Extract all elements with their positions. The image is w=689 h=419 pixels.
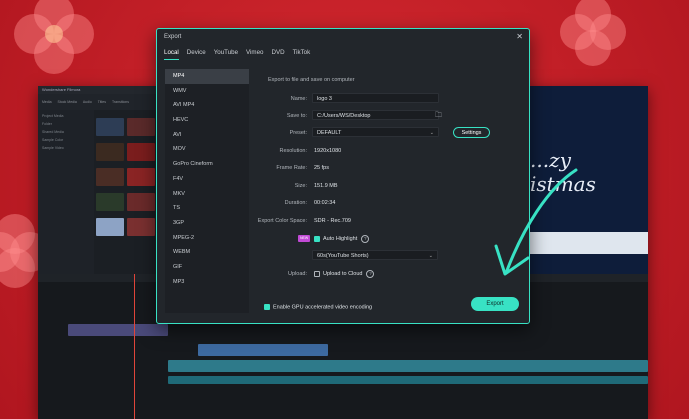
format-item-hevc[interactable]: HEVC (165, 113, 249, 128)
timeline-clip[interactable] (168, 360, 648, 372)
timeline-clip[interactable] (198, 344, 328, 356)
gpu-option[interactable]: Enable GPU accelerated video encoding (264, 304, 372, 310)
save-to-label: Save to: (286, 113, 307, 119)
export-tabs: Local Device YouTube Vimeo DVD TikTok (164, 49, 310, 60)
format-item-mov[interactable]: MOV (165, 142, 249, 157)
upload-label: Upload: (288, 271, 307, 277)
help-icon[interactable]: ? (366, 269, 375, 278)
name-input[interactable]: logo 3 (312, 93, 439, 103)
upload-to-cloud-label: Upload to Cloud (323, 271, 363, 277)
tab-device[interactable]: Device (187, 49, 206, 60)
duration-label: Duration: (284, 200, 307, 206)
size-label: Size: (294, 183, 307, 189)
sidebar-item[interactable]: Shared Media (42, 130, 94, 134)
export-button[interactable]: Export (471, 297, 519, 311)
format-item-avi[interactable]: AVI (165, 128, 249, 143)
app-toolbar: Media Stock Media Audio Titles Transitio… (38, 94, 164, 110)
format-item-webm[interactable]: WEBM (165, 245, 249, 260)
preset-value: DEFAULT (317, 130, 342, 136)
sidebar-item[interactable]: Sample Video (42, 146, 94, 150)
size-value: 151.9 MB (314, 183, 338, 189)
auto-highlight-checkbox[interactable] (314, 235, 320, 242)
help-icon[interactable]: ? (361, 234, 370, 243)
media-thumbnail[interactable] (96, 218, 124, 236)
close-icon[interactable]: ✕ (516, 32, 523, 41)
auto-highlight-option[interactable]: Auto Highlight? (314, 233, 370, 245)
highlight-duration-value: 60s(YouTube Shorts) (317, 253, 369, 259)
format-item-gif[interactable]: GIF (165, 260, 249, 275)
tab-dvd[interactable]: DVD (271, 49, 284, 60)
sidebar-item[interactable]: Sample Color (42, 138, 94, 142)
format-item-ts[interactable]: TS (165, 201, 249, 216)
toolbar-item[interactable]: Stock Media (58, 100, 77, 104)
toolbar-item[interactable]: Audio (83, 100, 92, 104)
section-title: Export to file and save on computer (268, 77, 355, 83)
format-list: MP4 WMV AVI MP4 HEVC AVI MOV GoPro Cinef… (165, 69, 249, 313)
preset-label: Preset: (289, 130, 307, 136)
color-space-label: Export Color Space: (257, 218, 307, 224)
format-item-mp3[interactable]: MP3 (165, 275, 249, 290)
resolution-label: Resolution: (279, 148, 307, 154)
tab-vimeo[interactable]: Vimeo (246, 49, 263, 60)
toolbar-item[interactable]: Titles (98, 100, 106, 104)
upload-option[interactable]: Upload to Cloud? (314, 268, 375, 280)
media-thumbnail[interactable] (96, 118, 124, 136)
tab-local[interactable]: Local (164, 49, 179, 60)
name-label: Name: (290, 96, 307, 102)
gpu-checkbox[interactable] (264, 304, 270, 310)
frame-rate-label: Frame Rate: (276, 165, 307, 171)
format-item-mkv[interactable]: MKV (165, 187, 249, 202)
settings-button[interactable]: Settings (453, 127, 490, 138)
format-item-avi-mp4[interactable]: AVI MP4 (165, 98, 249, 113)
media-thumbnail[interactable] (96, 143, 124, 161)
timeline-playhead[interactable] (134, 274, 135, 419)
save-to-row: Save to: C:/Users/WS/Desktop 🗀 (250, 110, 529, 122)
frame-rate-value: 25 fps (314, 165, 329, 171)
media-thumbnail[interactable] (127, 168, 155, 186)
sidebar-item[interactable]: Project Media (42, 114, 94, 118)
export-dialog: Export ✕ Local Device YouTube Vimeo DVD … (156, 28, 530, 324)
media-thumbnail[interactable] (127, 118, 155, 136)
chevron-down-icon: ⌄ (428, 253, 433, 259)
timeline-clip[interactable] (68, 324, 168, 336)
media-thumbnail[interactable] (127, 143, 155, 161)
media-thumbnail[interactable] (127, 218, 155, 236)
format-item-gopro-cineform[interactable]: GoPro Cineform (165, 157, 249, 172)
auto-highlight-label: Auto Highlight (323, 236, 358, 242)
sidebar-item[interactable]: Folder (42, 122, 94, 126)
preset-row: Preset: DEFAULT ⌄ Settings (250, 127, 529, 139)
media-library (94, 110, 160, 274)
tab-tiktok[interactable]: TikTok (293, 49, 311, 60)
timeline-clip[interactable] (168, 376, 648, 384)
format-item-wmv[interactable]: WMV (165, 84, 249, 99)
media-thumbnail[interactable] (96, 193, 124, 211)
new-badge: NEW (298, 235, 311, 242)
folder-icon[interactable]: 🗀 (435, 110, 442, 122)
resolution-value: 1920x1080 (314, 148, 342, 154)
tab-youtube[interactable]: YouTube (214, 49, 238, 60)
format-item-mp4[interactable]: MP4 (165, 69, 249, 84)
toolbar-item[interactable]: Transitions (112, 100, 129, 104)
media-thumbnail[interactable] (96, 168, 124, 186)
save-to-input[interactable]: C:/Users/WS/Desktop (312, 110, 439, 120)
pointer-arrow-decoration (494, 168, 578, 276)
upload-to-cloud-checkbox[interactable] (314, 270, 320, 277)
media-thumbnail[interactable] (127, 193, 155, 211)
dialog-title: Export (164, 34, 182, 40)
highlight-duration-select[interactable]: 60s(YouTube Shorts) ⌄ (312, 250, 438, 260)
format-item-3gp[interactable]: 3GP (165, 216, 249, 231)
chevron-down-icon: ⌄ (429, 130, 434, 136)
preset-select[interactable]: DEFAULT ⌄ (312, 127, 439, 137)
media-sidebar: Project Media Folder Shared Media Sample… (38, 110, 94, 274)
name-row: Name: logo 3 (250, 93, 529, 105)
color-space-value: SDR - Rec.709 (314, 218, 351, 224)
format-item-f4v[interactable]: F4V (165, 172, 249, 187)
gpu-label: Enable GPU accelerated video encoding (273, 304, 373, 311)
format-item-mpeg2[interactable]: MPEG-2 (165, 231, 249, 246)
duration-value: 00:02:34 (314, 200, 336, 206)
toolbar-item[interactable]: Media (42, 100, 52, 104)
